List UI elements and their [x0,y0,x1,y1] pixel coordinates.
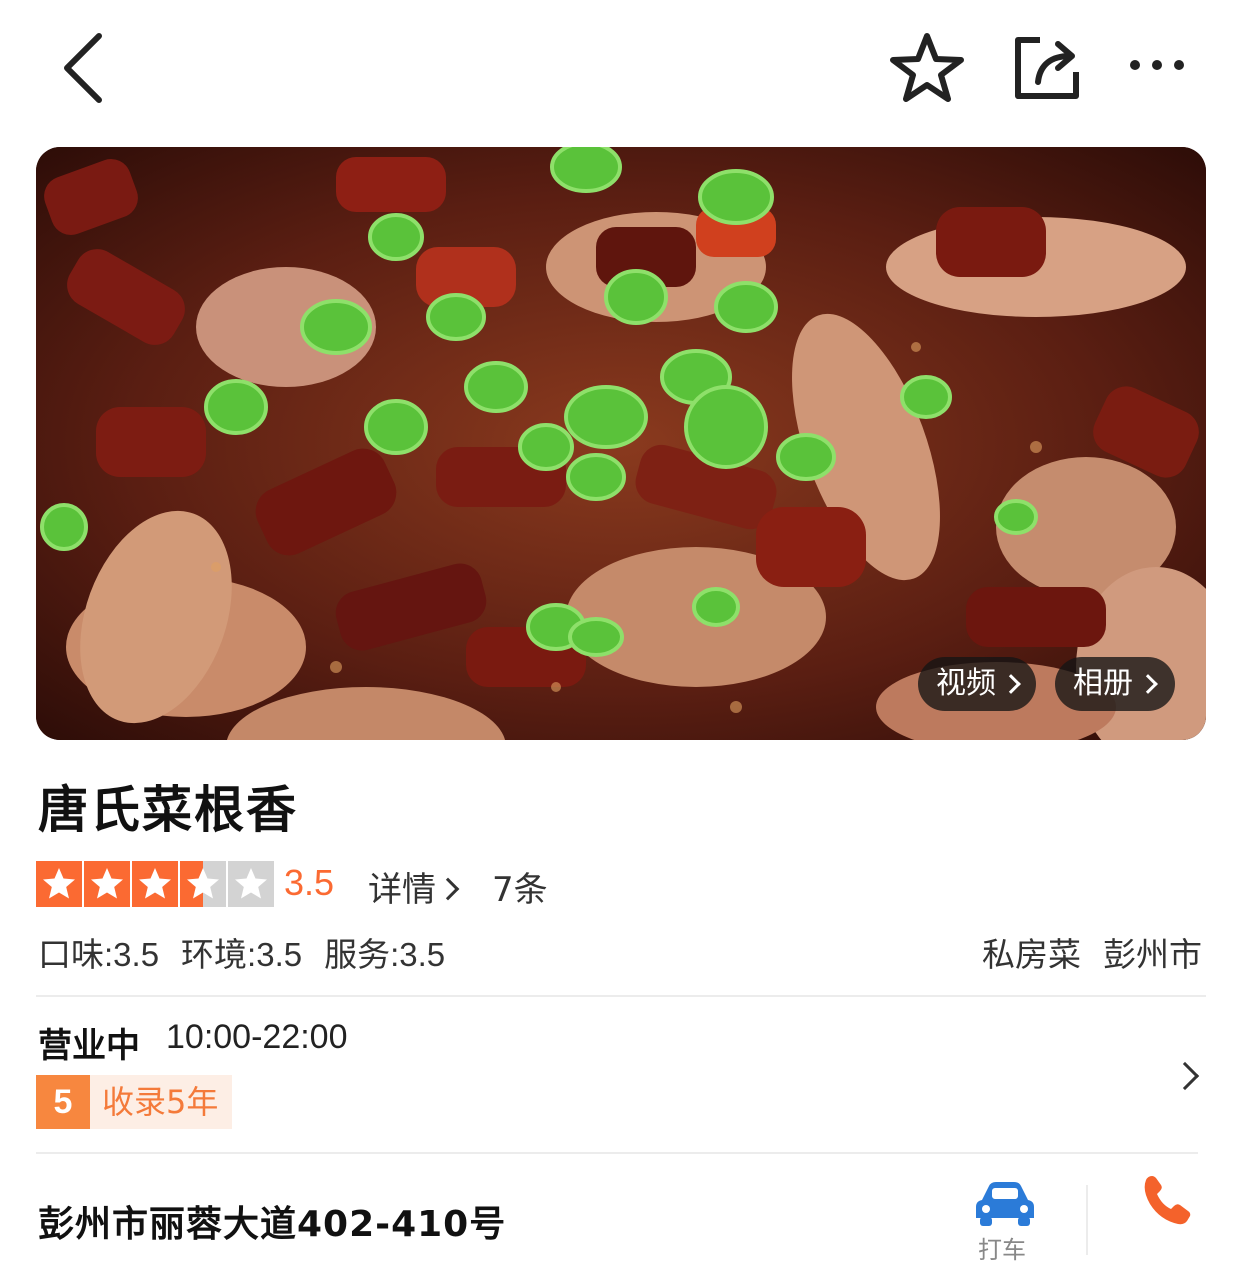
detail-label: 详情 [368,870,436,910]
rating-stars [36,861,274,907]
more-button[interactable] [1118,40,1198,90]
business-hours: 10:00-22:00 [166,1018,348,1056]
review-count[interactable]: 7条 [492,862,548,911]
shop-tags: 私房菜 彭州市 [982,928,1202,976]
open-status: 营业中 [38,1026,140,1066]
chevron-right-icon [1170,1061,1200,1091]
environment-score: 环境:3.5 [181,936,303,973]
album-label: 相册 [1073,666,1133,701]
city-tag[interactable]: 彭州市 [1103,928,1202,976]
divider [36,1152,1198,1154]
share-button[interactable] [1010,32,1086,104]
category-tag[interactable]: 私房菜 [982,928,1081,976]
rating-score: 3.5 [284,862,335,903]
rating-star [228,861,274,907]
chevron-left-icon [64,33,102,103]
sub-scores: 口味:3.5 环境:3.5 服务:3.5 [38,928,445,976]
listing-years-badge: 5 收录5年 [36,1075,233,1129]
hero-photo[interactable] [36,147,1206,740]
video-button[interactable]: 视频 [918,657,1036,711]
share-icon [1015,37,1079,99]
star-outline-icon [890,33,964,102]
chevron-right-icon [1138,674,1158,694]
star-icon [91,868,123,899]
more-dots-icon [1130,60,1184,70]
food-photo-image [36,147,1206,740]
star-icon [43,868,75,899]
badge-number: 5 [36,1075,90,1129]
service-score: 服务:3.5 [324,936,446,973]
chevron-right-icon [436,877,460,901]
rating-star [36,861,82,907]
phone-button[interactable] [1140,1172,1194,1228]
car-icon [976,1182,1034,1226]
shop-name: 唐氏菜根香 [38,781,298,839]
top-nav-bar [0,0,1242,140]
star-icon [235,868,267,899]
video-label: 视频 [936,666,996,701]
taxi-label: 打车 [978,1236,1026,1264]
shop-address[interactable]: 彭州市丽蓉大道402-410号 [38,1195,506,1247]
back-button[interactable] [55,28,125,108]
star-icon [139,868,171,899]
favorite-button[interactable] [888,30,966,106]
rating-star [84,861,130,907]
badge-text: 收录5年 [90,1075,233,1129]
rating-star [132,861,178,907]
taxi-button[interactable] [972,1178,1038,1228]
taste-score: 口味:3.5 [38,936,160,973]
rating-detail-link[interactable]: 详情 [368,862,460,911]
divider [1086,1185,1088,1255]
phone-icon [1144,1176,1191,1225]
divider [36,995,1206,997]
star-icon [187,868,219,899]
rating-star [180,861,226,907]
chevron-right-icon [1001,674,1021,694]
album-button[interactable]: 相册 [1055,657,1175,711]
